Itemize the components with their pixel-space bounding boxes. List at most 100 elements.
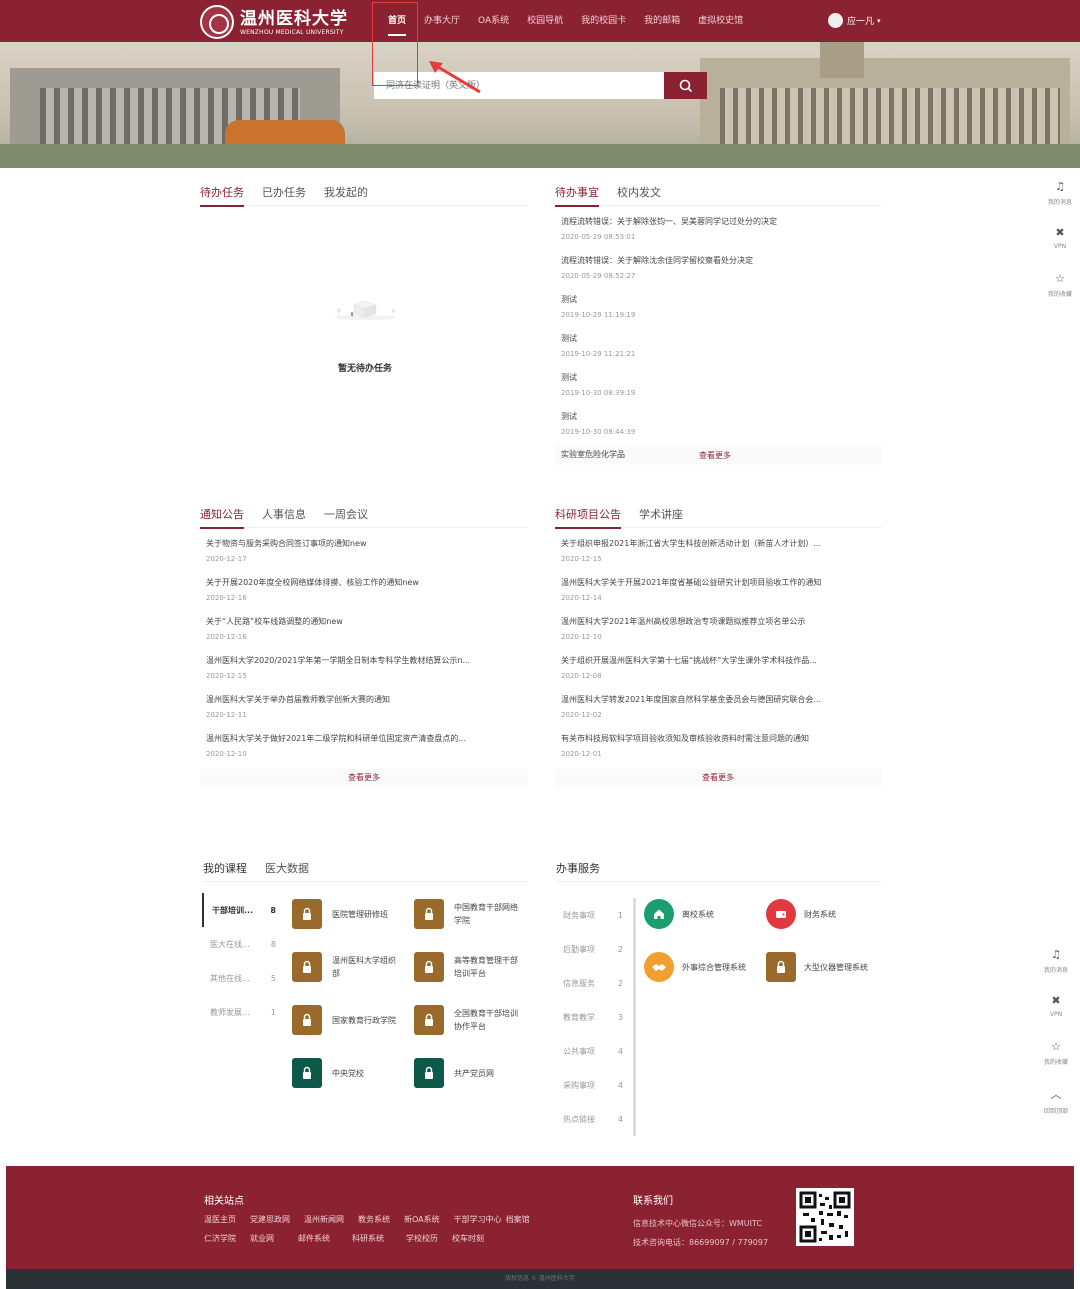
list-item[interactable]: 温州医科大学关于开展2021年度省基础公益研究计划项目验收工作的通知 2020-1… — [555, 572, 881, 611]
list-item[interactable]: 温州医科大学关于举办首届教师教学创新大赛的通知 2020-12-11 — [200, 689, 528, 728]
service-category-item[interactable]: 教育教学 3 — [556, 1000, 633, 1034]
float-favorites-button[interactable]: ☆ 我的收藏 — [1036, 1032, 1076, 1078]
list-item[interactable]: 温州医科大学关于做好2021年二级学院和科研单位固定资产清查盘点的... 2020… — [200, 728, 528, 767]
service-name: 财务系统 — [804, 909, 836, 919]
service-category-item[interactable]: 公共事项 4 — [556, 1034, 633, 1068]
list-item[interactable]: 关于开展2020年度全校网络媒体排摸、核验工作的通知new 2020-12-16 — [200, 572, 528, 611]
tab-services[interactable]: 办事服务 — [556, 858, 600, 881]
list-item-title[interactable]: 实验室危险化学品 — [555, 449, 695, 461]
service-category-item[interactable]: 热点链接 4 — [556, 1102, 633, 1136]
category-label: 热点链接 — [563, 1114, 595, 1124]
tab-university-data[interactable]: 医大数据 — [265, 858, 309, 881]
list-item[interactable]: 流程流转错误：关于解除沈余佳同学留校察看处分决定 2020-05-29 08:52… — [555, 250, 881, 289]
course-card[interactable]: 中国教育干部网络学院 — [414, 896, 524, 932]
course-category-item[interactable]: 干部培训... 8 — [202, 893, 282, 927]
nav-campus-map[interactable]: 校园导航 — [519, 0, 571, 42]
footer-link[interactable]: 教务系统 — [358, 1214, 390, 1233]
related-sites-links: 温医主页 党建思政网 温州新闻网 教务系统 新OA系统 干部学习中心 档案馆 仁… — [204, 1214, 544, 1252]
footer-link[interactable]: 科研系统 — [352, 1233, 384, 1252]
float-messages-button[interactable]: ♫ 我的消息 — [1036, 940, 1076, 986]
tab-my-initiated[interactable]: 我发起的 — [324, 182, 368, 205]
service-card[interactable]: 离校系统 — [644, 896, 754, 932]
footer-link[interactable]: 校车时刻 — [452, 1233, 484, 1252]
list-item[interactable]: 测试 2019-10-30 08:39:19 — [555, 367, 881, 406]
course-category-item[interactable]: 教师发展... 1 — [202, 995, 282, 1029]
nav-service-hall[interactable]: 办事大厅 — [416, 0, 468, 42]
search-button[interactable] — [664, 72, 707, 99]
footer-link[interactable]: 新OA系统 — [404, 1214, 440, 1233]
tab-academic-lectures[interactable]: 学术讲座 — [639, 504, 683, 527]
tab-internal-docs[interactable]: 校内发文 — [617, 182, 661, 205]
list-item[interactable]: 关于物资与服务采购合同签订事项的通知new 2020-12-17 — [200, 533, 528, 572]
tab-pending-tasks[interactable]: 待办任务 — [200, 182, 244, 207]
course-card[interactable]: 全国教育干部培训协作平台 — [414, 1002, 524, 1038]
contact-info: 信息技术中心微信公众号：WMUITC 技术咨询电话：86699097 / 779… — [633, 1214, 768, 1252]
category-label: 教育教学 — [563, 1012, 595, 1022]
footer-link[interactable]: 干部学习中心 — [454, 1214, 502, 1233]
user-menu[interactable]: 应一凡 ▾ — [828, 13, 881, 28]
notices-more-link[interactable]: 查看更多 — [200, 769, 528, 787]
list-item-date: 2019-10-29 11:19:19 — [561, 311, 636, 319]
float-messages-button[interactable]: ♫ 我的消息 — [1040, 172, 1080, 218]
tab-personnel-info[interactable]: 人事信息 — [262, 504, 306, 527]
course-card[interactable]: 中央党校 — [292, 1055, 402, 1091]
float-vpn-button[interactable]: ✖ VPN — [1040, 218, 1080, 264]
list-item[interactable]: 关于“人民路”校车线路调整的通知new 2020-12-16 — [200, 611, 528, 650]
footer-link[interactable]: 仁济学院 — [204, 1233, 236, 1252]
service-card[interactable]: 外事综合管理系统 — [644, 949, 754, 985]
list-item[interactable]: 关于组织开展温州医科大学第十七届“挑战杯”大学生课外学术科技作品... 2020-… — [555, 650, 881, 689]
course-card[interactable]: 共产党员网 — [414, 1055, 524, 1091]
tab-done-tasks[interactable]: 已办任务 — [262, 182, 306, 205]
nav-campus-card[interactable]: 我的校园卡 — [573, 0, 634, 42]
list-item[interactable]: 温州医科大学2020/2021学年第一学期全日制本专科学生教材结算公示n... 2… — [200, 650, 528, 689]
float-vpn-button[interactable]: ✖ VPN — [1036, 986, 1076, 1032]
list-item-date: 2020-12-08 — [561, 672, 602, 680]
float-favorites-button[interactable]: ☆ 我的收藏 — [1040, 264, 1080, 310]
nav-oa-system[interactable]: OA系统 — [470, 0, 517, 42]
tab-notices[interactable]: 通知公告 — [200, 504, 244, 529]
list-item[interactable]: 测试 2019-10-30 08:44:39 — [555, 406, 881, 445]
footer-link[interactable]: 温医主页 — [204, 1214, 236, 1233]
tab-weekly-meetings[interactable]: 一周会议 — [324, 504, 368, 527]
footer-link[interactable]: 温州新闻网 — [304, 1214, 344, 1233]
footer-link[interactable]: 邮件系统 — [298, 1233, 330, 1252]
tab-research-notices[interactable]: 科研项目公告 — [555, 504, 621, 529]
service-card[interactable]: 财务系统 — [766, 896, 876, 932]
category-count: 4 — [617, 1046, 623, 1056]
todo-more-link[interactable]: 查看更多 — [699, 450, 731, 461]
course-card[interactable]: 国家教育行政学院 — [292, 1002, 402, 1038]
service-category-item[interactable]: 财务事项 1 — [556, 898, 633, 932]
nav-mailbox[interactable]: 我的邮箱 — [636, 0, 688, 42]
course-name: 国家教育行政学院 — [332, 1015, 396, 1025]
course-category-item[interactable]: 医大在线... 8 — [202, 927, 282, 961]
course-card[interactable]: 医院管理研修班 — [292, 896, 402, 932]
nav-virtual-museum[interactable]: 虚拟校史馆 — [690, 0, 751, 42]
lock-icon — [414, 899, 444, 929]
service-category-item[interactable]: 后勤事项 2 — [556, 932, 633, 966]
course-card[interactable]: 高等教育管理干部培训平台 — [414, 949, 524, 985]
footer-link[interactable]: 党建思政网 — [250, 1214, 290, 1233]
service-category-item[interactable]: 采购事项 4 — [556, 1068, 633, 1102]
university-logo[interactable]: 温州医科大学 WENZHOU MEDICAL UNIVERSITY — [200, 5, 348, 39]
list-item[interactable]: 测试 2019-10-29 11:21:21 — [555, 328, 881, 367]
list-item[interactable]: 测试 2019-10-29 11:19:19 — [555, 289, 881, 328]
list-item[interactable]: 流程流转错误：关于解除张钧一、吴美蓉同学记过处分的决定 2020-05-29 08… — [555, 211, 881, 250]
footer-link[interactable]: 学校校历 — [406, 1233, 438, 1252]
footer-link[interactable]: 档案馆 — [506, 1214, 530, 1233]
annotation-highlight-box — [372, 2, 418, 86]
list-item[interactable]: 关于组织申报2021年浙江省大学生科技创新活动计划（新苗人才计划）... 2020… — [555, 533, 881, 572]
research-panel: 科研项目公告 学术讲座 关于组织申报2021年浙江省大学生科技创新活动计划（新苗… — [555, 504, 881, 787]
list-item-title: 温州医科大学2021年温州高校思想政治专项课题拟推荐立项名单公示 — [561, 617, 806, 626]
research-more-link[interactable]: 查看更多 — [555, 769, 881, 787]
service-card[interactable]: 大型仪器管理系统 — [766, 949, 876, 985]
service-category-item[interactable]: 信息服务 2 — [556, 966, 633, 1000]
course-category-item[interactable]: 其他在线... 5 — [202, 961, 282, 995]
list-item[interactable]: 温州医科大学转发2021年度国家自然科学基金委员会与德国研究联合会... 2020… — [555, 689, 881, 728]
footer-link[interactable]: 就业网 — [250, 1233, 274, 1252]
tab-my-courses[interactable]: 我的课程 — [203, 858, 247, 881]
tab-todo-items[interactable]: 待办事宜 — [555, 182, 599, 207]
list-item[interactable]: 温州医科大学2021年温州高校思想政治专项课题拟推荐立项名单公示 2020-12-… — [555, 611, 881, 650]
back-to-top-button[interactable]: ︿ 回到顶部 — [1036, 1078, 1076, 1124]
course-card[interactable]: 温州医科大学组织部 — [292, 949, 402, 985]
list-item[interactable]: 有关市科技局软科学项目验收须知及审核验收资料时需注意问题的通知 2020-12-0… — [555, 728, 881, 767]
